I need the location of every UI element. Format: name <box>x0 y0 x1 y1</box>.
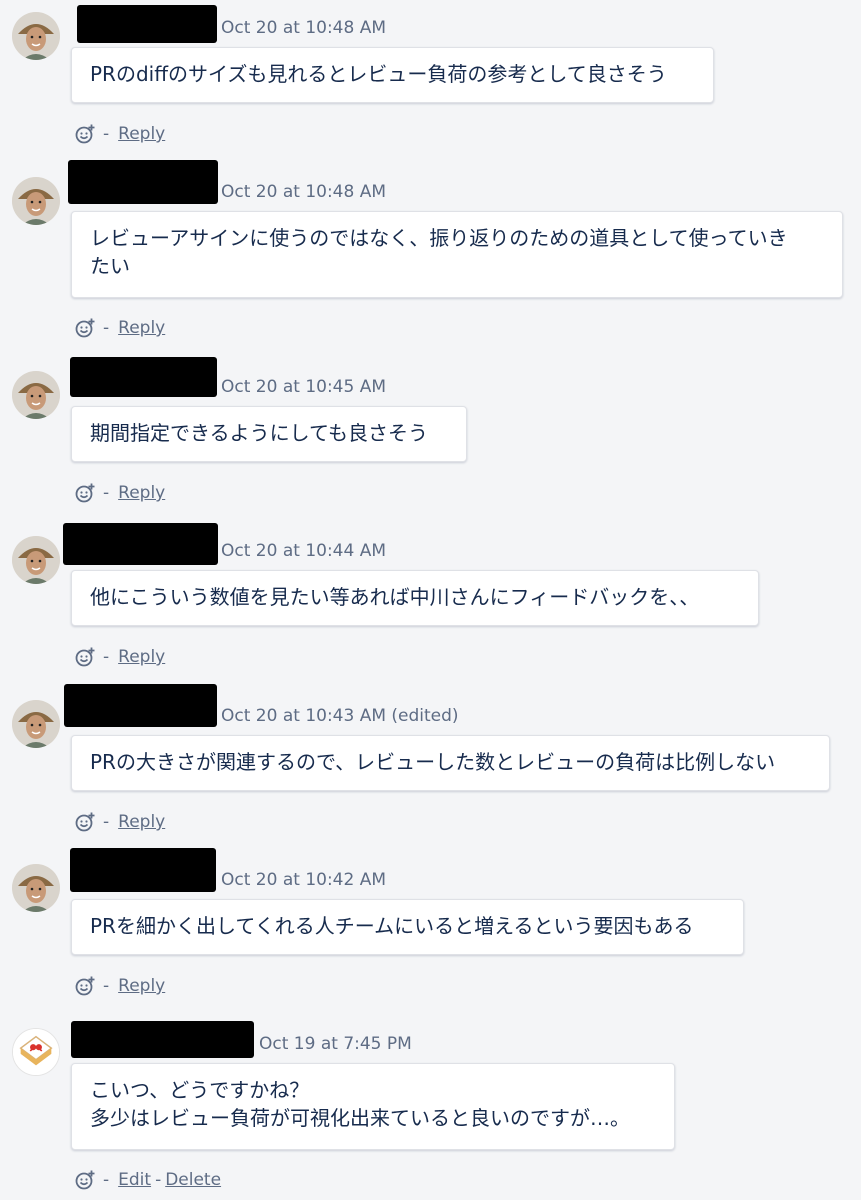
comment-body: PRのdiffのサイズも見れるとレビュー負荷の参考として良さそう <box>71 47 714 103</box>
reply-link[interactable]: Reply <box>118 812 165 832</box>
separator: - <box>103 812 110 832</box>
avatar[interactable] <box>12 371 60 419</box>
reply-link[interactable]: Reply <box>118 483 165 503</box>
comment-body: こいつ、どうですかね？ 多少はレビュー負荷が可視化出来ていると良いのですが…。 <box>71 1063 675 1150</box>
comment-text: こいつ、どうですかね？ <box>90 1078 310 1102</box>
redacted-author-name <box>64 684 217 727</box>
add-reaction-icon[interactable] <box>74 317 96 339</box>
separator: - <box>103 647 110 667</box>
separator: - <box>103 483 110 503</box>
comment-actions: - Reply <box>74 974 165 998</box>
comment-timestamp: Oct 20 at 10:48 AM <box>221 182 387 202</box>
comment-actions: - Reply <box>74 481 165 505</box>
comment-actions: - Reply <box>74 645 165 669</box>
comment-actions: - Reply <box>74 810 165 834</box>
comment-body: 期間指定できるようにしても良さそう <box>71 406 467 462</box>
comment-actions: - Reply <box>74 316 165 340</box>
reply-link[interactable]: Reply <box>118 124 165 144</box>
separator: - <box>103 124 110 144</box>
user-avatar-photo-icon <box>12 536 60 584</box>
comment-timestamp: Oct 20 at 10:48 AM <box>221 18 387 38</box>
avatar[interactable] <box>12 864 60 912</box>
comment-body: レビューアサインに使うのではなく、振り返りのための道具として使っていき たい <box>71 211 843 298</box>
avatar[interactable] <box>12 536 60 584</box>
comment-timestamp: Oct 20 at 10:43 AM (edited) <box>221 706 459 726</box>
comment-timestamp: Oct 20 at 10:45 AM <box>221 377 387 397</box>
comment-body: PRを細かく出してくれる人チームにいると増えるという要因もある <box>71 899 744 955</box>
redacted-author-name <box>63 523 218 565</box>
user-avatar-photo-icon <box>12 864 60 912</box>
app-logo-avatar-icon <box>13 1029 59 1075</box>
add-reaction-icon[interactable] <box>74 646 96 668</box>
comment-text: レビューアサインに使うのではなく、振り返りのための道具として使っていき <box>90 226 788 250</box>
separator: - <box>155 1170 162 1190</box>
comment-body: 他にこういう数値を見たい等あれば中川さんにフィードバックを、、 <box>71 570 759 626</box>
comment-timestamp: Oct 19 at 7:45 PM <box>259 1034 412 1054</box>
comment-text: PRを細かく出してくれる人チームにいると増えるという要因もある <box>90 914 694 938</box>
comment-text: 多少はレビュー負荷が可視化出来ていると良いのですが…。 <box>90 1106 630 1130</box>
avatar[interactable] <box>12 177 60 225</box>
comment-text: PRのdiffのサイズも見れるとレビュー負荷の参考として良さそう <box>90 62 667 86</box>
comment-body: PRの大きさが関連するので、レビューした数とレビューの負荷は比例しない <box>71 735 830 791</box>
comment-text: PRの大きさが関連するので、レビューした数とレビューの負荷は比例しない <box>90 750 776 774</box>
delete-link[interactable]: Delete <box>165 1170 221 1190</box>
comment-text: 他にこういう数値を見たい等あれば中川さんにフィードバックを、、 <box>90 585 700 609</box>
add-reaction-icon[interactable] <box>74 975 96 997</box>
edit-link[interactable]: Edit <box>118 1170 151 1190</box>
comment-timestamp: Oct 20 at 10:42 AM <box>221 870 387 890</box>
add-reaction-icon[interactable] <box>74 811 96 833</box>
separator: - <box>103 318 110 338</box>
separator: - <box>103 1170 110 1190</box>
comment-timestamp: Oct 20 at 10:44 AM <box>221 541 387 561</box>
redacted-author-name <box>70 848 216 892</box>
avatar[interactable] <box>12 12 60 60</box>
add-reaction-icon[interactable] <box>74 482 96 504</box>
comment-text: 期間指定できるようにしても良さそう <box>90 421 428 445</box>
comment-actions: - Edit - Delete <box>74 1168 221 1192</box>
user-avatar-photo-icon <box>12 700 60 748</box>
redacted-author-name <box>68 160 218 204</box>
user-avatar-photo-icon <box>12 12 60 60</box>
reply-link[interactable]: Reply <box>118 647 165 667</box>
add-reaction-icon[interactable] <box>74 1169 96 1191</box>
user-avatar-photo-icon <box>12 177 60 225</box>
reply-link[interactable]: Reply <box>118 976 165 996</box>
user-avatar-photo-icon <box>12 371 60 419</box>
add-reaction-icon[interactable] <box>74 123 96 145</box>
comment-text: たい <box>90 254 130 278</box>
avatar[interactable] <box>12 700 60 748</box>
avatar[interactable] <box>12 1028 60 1076</box>
comment-actions: - Reply <box>74 122 165 146</box>
redacted-author-name <box>71 1021 254 1058</box>
reply-link[interactable]: Reply <box>118 318 165 338</box>
redacted-author-name <box>77 5 217 43</box>
separator: - <box>103 976 110 996</box>
redacted-author-name <box>70 357 217 397</box>
